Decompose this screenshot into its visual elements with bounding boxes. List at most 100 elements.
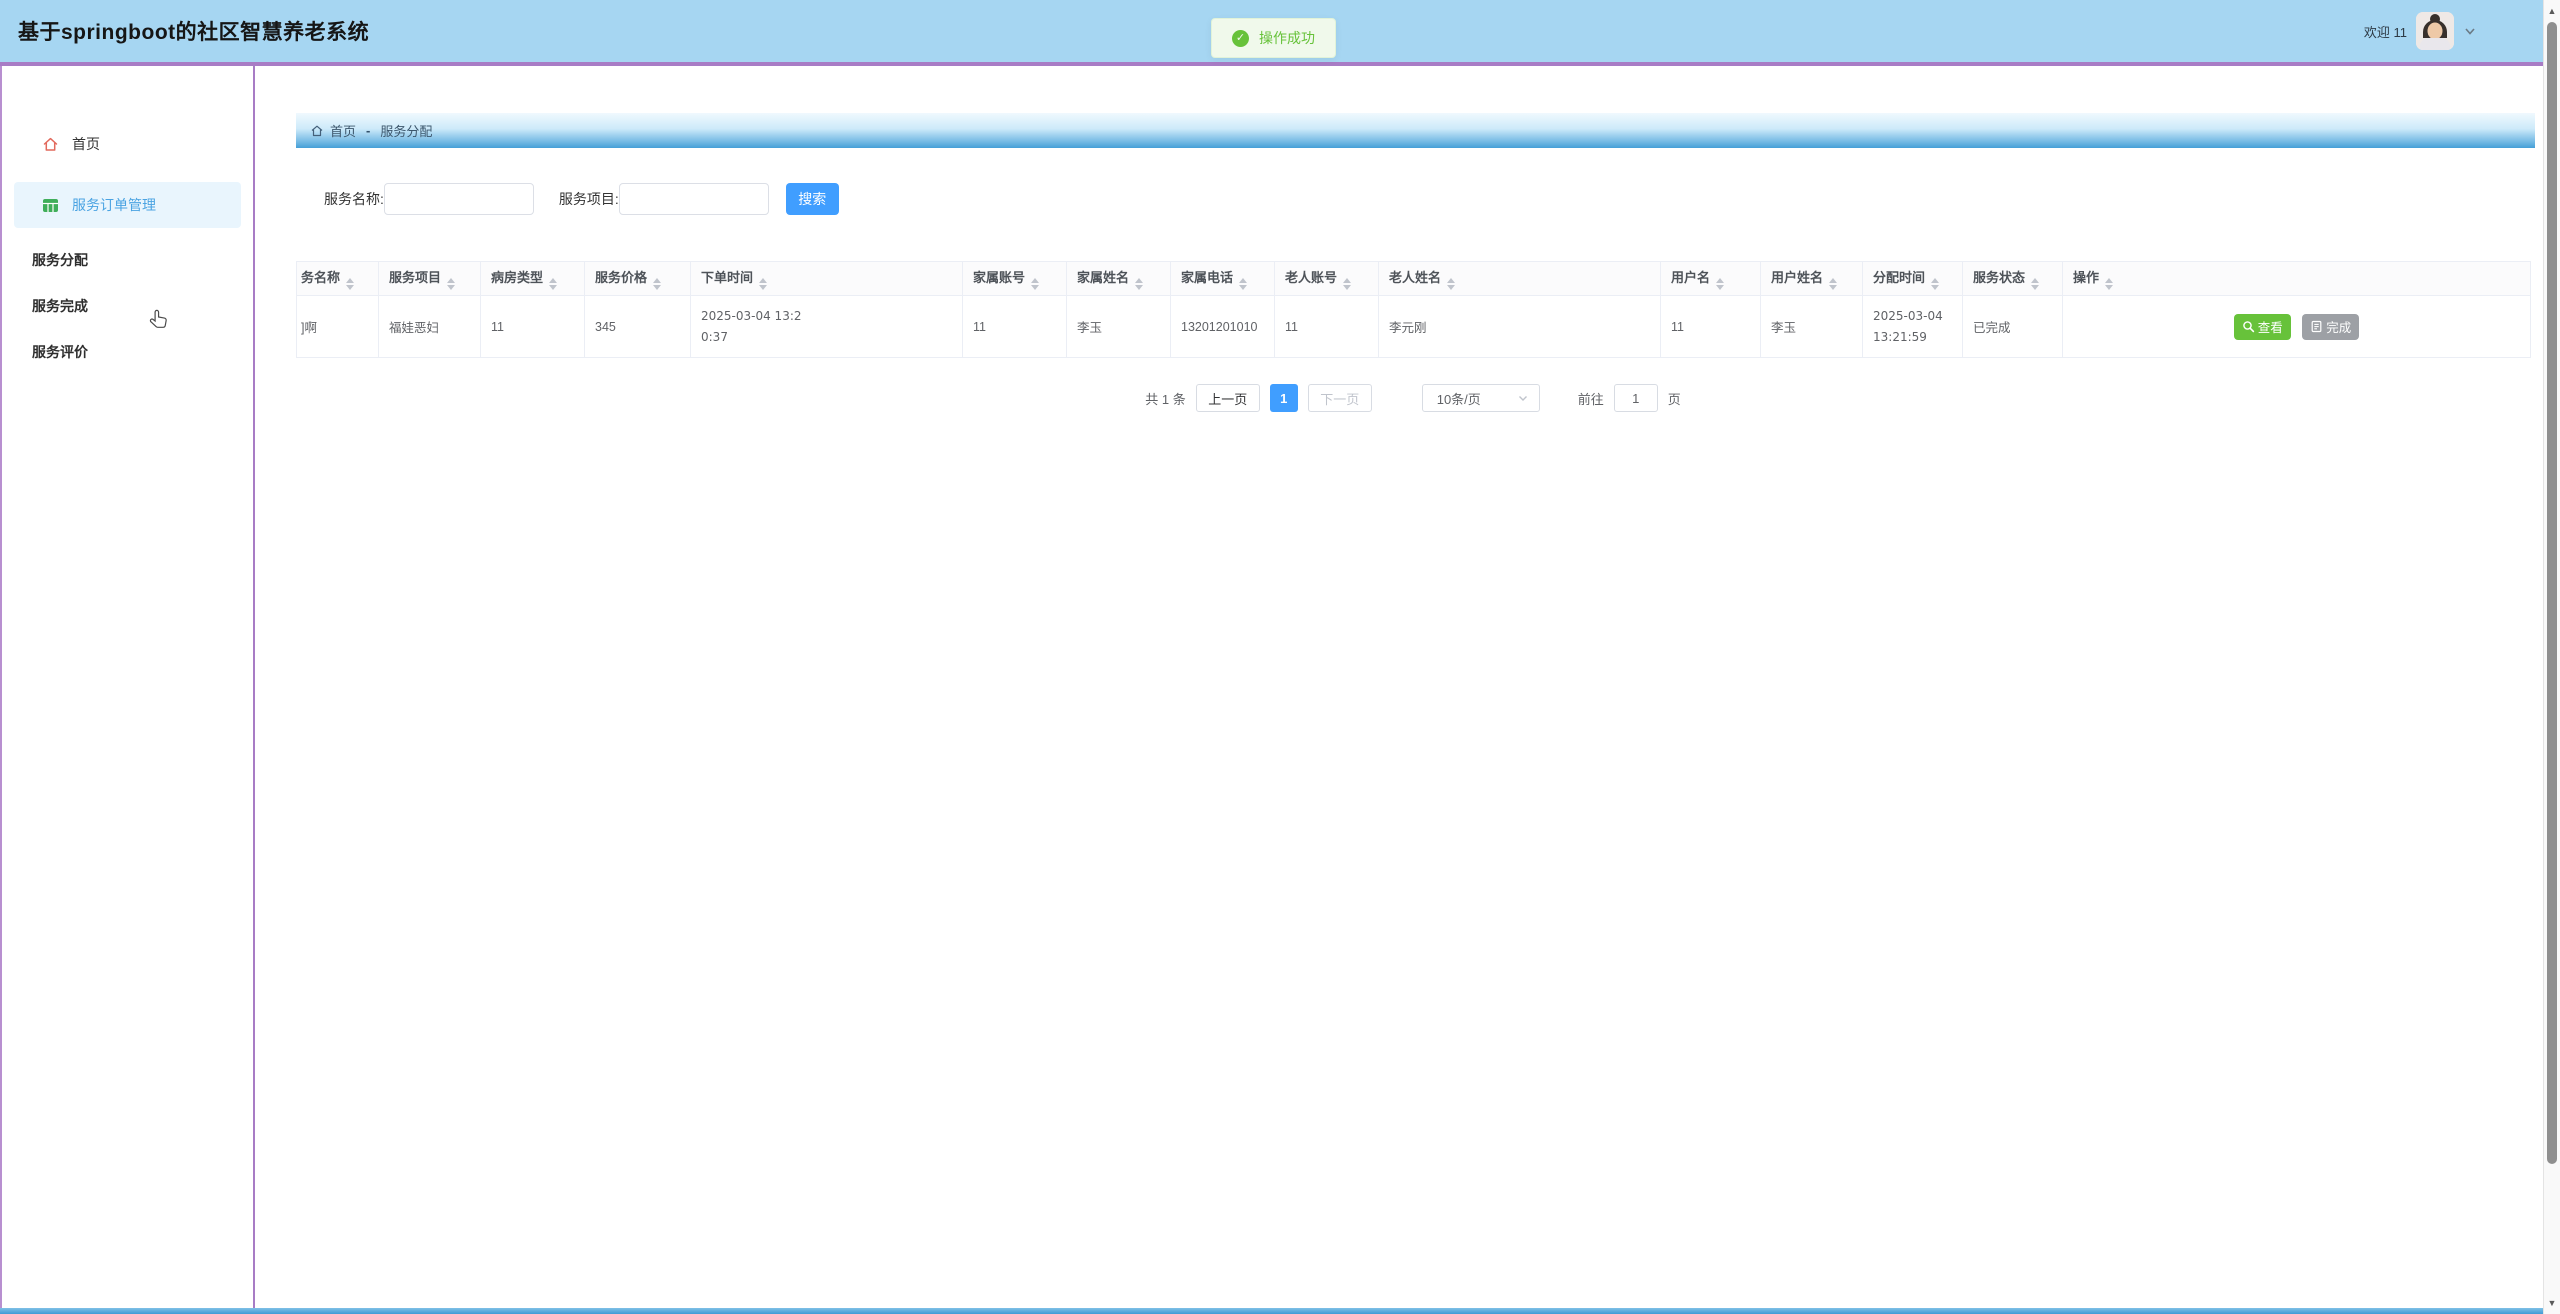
cell-service-price: 345 (585, 296, 691, 358)
th-order-time[interactable]: 下单时间 (691, 262, 963, 296)
cell-service-name: ]啊 (297, 296, 379, 358)
vertical-scrollbar[interactable]: ▲ ▼ (2543, 0, 2560, 1314)
th-family-account[interactable]: 家属账号 (963, 262, 1067, 296)
cell-family-name: 李玉 (1067, 296, 1171, 358)
user-menu[interactable]: 欢迎 11 (2364, 0, 2477, 62)
th-user-fullname[interactable]: 用户姓名 (1761, 262, 1863, 296)
sort-carets-icon[interactable] (1716, 278, 1724, 290)
cell-ward-type: 11 (481, 296, 585, 358)
scroll-down-arrow[interactable]: ▼ (2544, 1298, 2560, 1308)
page-size-select[interactable]: 10条/页 (1422, 384, 1540, 412)
service-project-label: 服务项目: (559, 189, 619, 209)
avatar[interactable] (2416, 12, 2454, 50)
th-service-status[interactable]: 服务状态 (1963, 262, 2063, 296)
th-service-name[interactable]: 务名称 (297, 262, 379, 296)
toast-message: 操作成功 (1259, 28, 1315, 48)
sort-carets-icon[interactable] (1031, 278, 1039, 290)
sort-carets-icon[interactable] (447, 278, 455, 290)
table-header-row: 务名称 服务项目 病房类型 服务价格 下单时间 家属账号 家属姓名 家属电话 老… (297, 262, 2531, 296)
sidebar-item-service-complete[interactable]: 服务完成 (2, 292, 253, 320)
sort-carets-icon[interactable] (1343, 278, 1351, 290)
sidebar-item-service-assign[interactable]: 服务分配 (2, 246, 253, 274)
sidebar-item-label: 服务订单管理 (72, 195, 156, 215)
th-assign-time[interactable]: 分配时间 (1863, 262, 1963, 296)
th-family-name[interactable]: 家属姓名 (1067, 262, 1171, 296)
th-username[interactable]: 用户名 (1661, 262, 1761, 296)
search-button[interactable]: 搜索 (786, 183, 839, 215)
main-content: 首页 - 服务分配 服务名称: 服务项目: 搜索 (257, 66, 2543, 1308)
service-name-input[interactable] (384, 183, 534, 215)
service-name-label: 服务名称: (324, 189, 384, 209)
welcome-text: 欢迎 11 (2364, 22, 2407, 41)
sidebar-item-service-review[interactable]: 服务评价 (2, 338, 253, 366)
table-grid-icon (42, 197, 59, 214)
home-icon (42, 136, 59, 153)
breadcrumb-home[interactable]: 首页 (330, 121, 356, 140)
scroll-up-arrow[interactable]: ▲ (2544, 6, 2560, 16)
select-chevron-icon (1517, 392, 1529, 404)
sidebar: 首页 服务订单管理 服务分配 服务完成 服务评价 (0, 66, 255, 1308)
magnifier-icon (2242, 320, 2255, 333)
page-unit-label: 页 (1668, 389, 1681, 408)
scrollbar-thumb[interactable] (2547, 22, 2557, 1164)
sidebar-item-label: 服务分配 (32, 250, 88, 270)
table-row: ]啊 福娃恶妇 11 345 2025-03-04 13:20:37 11 李玉… (297, 296, 2531, 358)
sidebar-item-label: 服务完成 (32, 296, 88, 316)
orders-table: 务名称 服务项目 病房类型 服务价格 下单时间 家属账号 家属姓名 家属电话 老… (296, 261, 2531, 358)
sort-carets-icon[interactable] (2031, 278, 2039, 290)
sort-carets-icon[interactable] (1931, 278, 1939, 290)
cell-actions: 查看 完成 (2063, 296, 2531, 358)
sort-carets-icon[interactable] (1239, 278, 1247, 290)
view-button[interactable]: 查看 (2234, 314, 2291, 340)
th-service-project[interactable]: 服务项目 (379, 262, 481, 296)
chevron-down-icon[interactable] (2463, 24, 2477, 38)
cell-family-account: 11 (963, 296, 1067, 358)
th-elder-account[interactable]: 老人账号 (1275, 262, 1379, 296)
check-circle-icon: ✓ (1232, 30, 1249, 47)
th-actions[interactable]: 操作 (2063, 262, 2531, 296)
cell-elder-name: 李元刚 (1379, 296, 1661, 358)
goto-page-input[interactable] (1614, 384, 1658, 412)
service-project-input[interactable] (619, 183, 769, 215)
sidebar-item-home[interactable]: 首页 (2, 126, 253, 162)
goto-label: 前往 (1578, 389, 1604, 408)
sort-carets-icon[interactable] (549, 278, 557, 290)
page-number-1[interactable]: 1 (1270, 384, 1298, 412)
success-toast: ✓ 操作成功 (1211, 18, 1336, 58)
total-count: 共 1 条 (1145, 389, 1185, 408)
cell-elder-account: 11 (1275, 296, 1379, 358)
mouse-cursor (146, 308, 172, 334)
sort-carets-icon[interactable] (1829, 278, 1837, 290)
th-service-price[interactable]: 服务价格 (585, 262, 691, 296)
th-family-phone[interactable]: 家属电话 (1171, 262, 1275, 296)
breadcrumb: 首页 - 服务分配 (296, 113, 2535, 148)
complete-button[interactable]: 完成 (2302, 314, 2359, 340)
breadcrumb-home-icon (310, 124, 324, 138)
page-size-value: 10条/页 (1437, 389, 1481, 408)
cell-service-project: 福娃恶妇 (379, 296, 481, 358)
next-page-button[interactable]: 下一页 (1308, 384, 1372, 412)
app-title: 基于springboot的社区智慧养老系统 (0, 16, 369, 46)
prev-page-button[interactable]: 上一页 (1196, 384, 1260, 412)
sort-carets-icon[interactable] (1447, 278, 1455, 290)
cell-order-time: 2025-03-04 13:20:37 (691, 296, 963, 358)
cell-family-phone: 13201201010 (1171, 296, 1275, 358)
search-form: 服务名称: 服务项目: 搜索 (324, 183, 839, 215)
pagination: 共 1 条 上一页 1 下一页 10条/页 前往 页 (296, 384, 2530, 412)
sidebar-item-label: 服务评价 (32, 342, 88, 362)
sort-carets-icon[interactable] (759, 278, 767, 290)
th-ward-type[interactable]: 病房类型 (481, 262, 585, 296)
sidebar-item-label: 首页 (72, 134, 100, 154)
sort-carets-icon[interactable] (1135, 278, 1143, 290)
sort-carets-icon[interactable] (653, 278, 661, 290)
sort-carets-icon[interactable] (2105, 278, 2113, 290)
bottom-edge-bar (0, 1308, 2543, 1314)
th-elder-name[interactable]: 老人姓名 (1379, 262, 1661, 296)
clipboard-icon (2310, 320, 2323, 333)
breadcrumb-current: 服务分配 (380, 121, 432, 140)
cell-service-status: 已完成 (1963, 296, 2063, 358)
cell-assign-time: 2025-03-04 13:21:59 (1863, 296, 1963, 358)
sort-carets-icon[interactable] (346, 278, 354, 290)
cell-username: 11 (1661, 296, 1761, 358)
sidebar-item-service-orders[interactable]: 服务订单管理 (14, 182, 241, 228)
